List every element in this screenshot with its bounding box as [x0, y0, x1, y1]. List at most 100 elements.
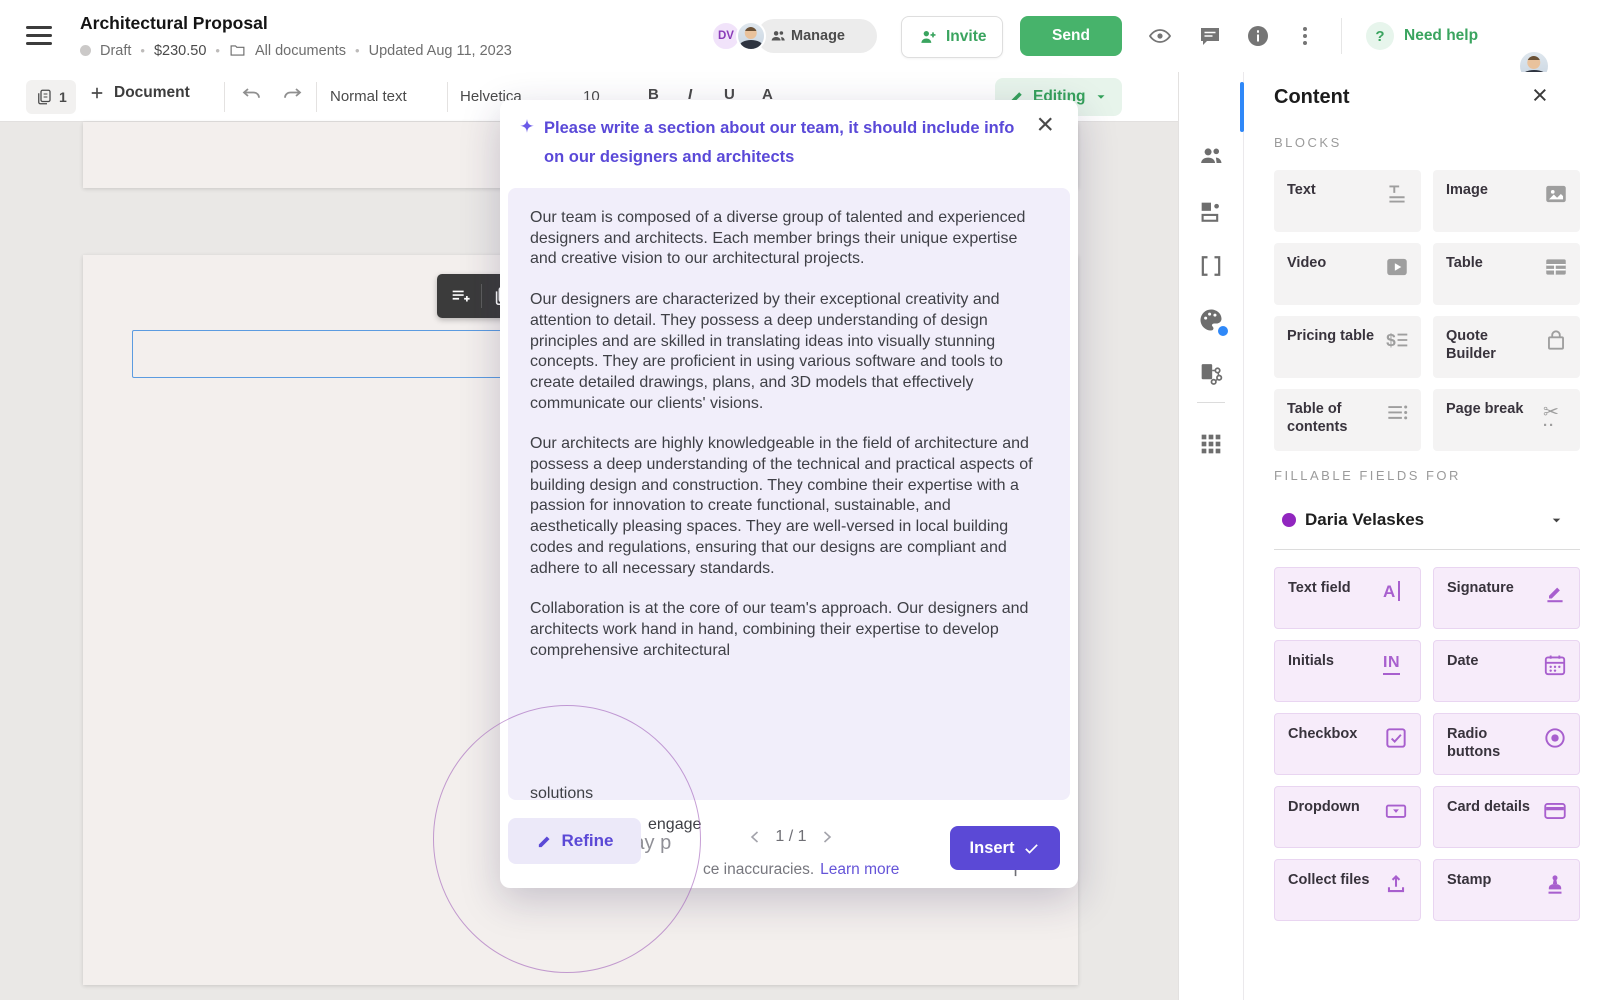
card-label: Page break — [1446, 401, 1524, 417]
card-label: Dropdown — [1288, 799, 1360, 815]
text-fragment-solutions: solutions — [530, 785, 594, 802]
quote-builder-card[interactable]: Quote Builder — [1433, 316, 1580, 378]
top-bar: Architectural Proposal Draft • $230.50 •… — [0, 0, 1600, 82]
pages-icon — [35, 88, 53, 106]
radio-buttons-card[interactable]: Radio buttons — [1433, 713, 1580, 775]
redo-icon[interactable] — [280, 86, 304, 106]
dropdown-icon — [1383, 798, 1409, 824]
svg-text:$: $ — [1386, 330, 1396, 350]
panel-title: Content — [1274, 86, 1350, 108]
insert-button[interactable]: Insert — [950, 826, 1060, 870]
need-help-button[interactable]: ? Need help — [1366, 22, 1478, 50]
close-icon[interactable]: × — [1532, 80, 1548, 111]
invite-button[interactable]: Invite — [901, 16, 1004, 58]
active-tab-indicator — [1240, 82, 1244, 132]
variables-tab-icon[interactable] — [1197, 252, 1225, 280]
recipients-tab-icon[interactable] — [1197, 142, 1225, 170]
send-label: Send — [1052, 27, 1090, 44]
card-label: Table — [1446, 255, 1483, 271]
table-icon — [1543, 254, 1569, 280]
manage-button[interactable]: Manage — [757, 19, 877, 53]
chevron-right-icon[interactable] — [821, 831, 833, 843]
add-document-button[interactable]: Document — [88, 84, 190, 102]
pricing-table-icon: $ — [1384, 327, 1410, 353]
signature-card[interactable]: Signature — [1433, 567, 1580, 629]
initials-icon: IN — [1383, 652, 1409, 678]
video-card[interactable]: Video — [1274, 243, 1421, 305]
card-label: Stamp — [1447, 872, 1492, 888]
separator: • — [140, 43, 145, 58]
card-label: Image — [1446, 182, 1488, 198]
card-label: Text field — [1288, 580, 1351, 596]
learn-more-link[interactable]: Learn more — [820, 861, 899, 878]
dropdown-card[interactable]: Dropdown — [1274, 786, 1421, 848]
text-style-select[interactable]: Normal text — [330, 88, 407, 105]
card-details-card[interactable]: Card details — [1433, 786, 1580, 848]
send-button[interactable]: Send — [1020, 16, 1122, 56]
checkbox-card[interactable]: Checkbox — [1274, 713, 1421, 775]
text-field-card[interactable]: Text field A — [1274, 567, 1421, 629]
page-count: 1 — [59, 89, 67, 105]
preview-eye-icon[interactable] — [1146, 24, 1174, 48]
stamp-card[interactable]: Stamp — [1433, 859, 1580, 921]
panda-ai-modal: Please write a section about our team, i… — [500, 100, 1078, 888]
text-block-icon — [1384, 181, 1410, 207]
status-dot-icon — [80, 45, 91, 56]
card-details-icon — [1542, 798, 1568, 824]
divider — [1341, 18, 1342, 54]
date-card[interactable]: Date — [1433, 640, 1580, 702]
refine-button[interactable]: Refine — [508, 818, 641, 864]
notification-dot — [1216, 324, 1230, 338]
ai-paragraph: Our architects are highly knowledgeable … — [530, 435, 1033, 577]
content-library-tab-icon[interactable] — [1197, 198, 1225, 226]
image-card[interactable]: Image — [1433, 170, 1580, 232]
text-card[interactable]: Text — [1274, 170, 1421, 232]
text-field-icon: A — [1383, 579, 1409, 605]
table-card[interactable]: Table — [1433, 243, 1580, 305]
blocks-heading: BLOCKS — [1274, 135, 1342, 150]
page-count-chip[interactable]: 1 — [26, 80, 76, 114]
collect-files-icon — [1383, 871, 1409, 897]
table-of-contents-card[interactable]: Table of contents — [1274, 389, 1421, 451]
people-icon — [769, 27, 787, 45]
undo-icon[interactable] — [240, 86, 264, 106]
quote-builder-icon — [1543, 327, 1569, 353]
video-icon — [1384, 254, 1410, 280]
avatar-photo[interactable] — [736, 21, 766, 51]
collect-files-card[interactable]: Collect files — [1274, 859, 1421, 921]
question-icon: ? — [1366, 22, 1394, 50]
folder-link[interactable]: All documents — [255, 43, 346, 59]
pricing-table-card[interactable]: Pricing table $ — [1274, 316, 1421, 378]
chevron-left-icon[interactable] — [749, 831, 761, 843]
add-row-icon[interactable] — [449, 285, 471, 307]
apps-tab-icon[interactable] — [1197, 430, 1225, 458]
assignee-dropdown[interactable]: Daria Velaskes — [1282, 510, 1564, 530]
kebab-menu-icon[interactable] — [1298, 24, 1312, 48]
refine-label: Refine — [561, 831, 614, 850]
checkbox-icon — [1383, 725, 1409, 751]
card-label: Checkbox — [1288, 726, 1358, 742]
divider — [481, 284, 482, 308]
radio-buttons-icon — [1542, 725, 1568, 751]
ai-disclaimer: ce inaccuracies. Learn more — [703, 861, 899, 879]
stamp-icon — [1542, 871, 1568, 897]
info-icon[interactable] — [1246, 24, 1270, 48]
disclaimer-text: ce inaccuracies. — [703, 861, 815, 878]
fillable-heading: FILLABLE FIELDS FOR — [1274, 468, 1461, 483]
page-break-card[interactable]: Page break ✂·· — [1433, 389, 1580, 451]
pencil-icon — [536, 833, 553, 850]
menu-icon[interactable] — [26, 26, 52, 45]
plus-icon — [88, 84, 106, 102]
close-icon[interactable]: × — [1036, 108, 1054, 142]
caret-down-icon — [1549, 513, 1564, 528]
initials-card[interactable]: Initials IN — [1274, 640, 1421, 702]
document-title[interactable]: Architectural Proposal — [80, 13, 268, 34]
automations-tab-icon[interactable] — [1197, 360, 1225, 388]
card-label: Video — [1287, 255, 1327, 271]
comments-icon[interactable] — [1198, 24, 1222, 48]
card-label: Pricing table — [1287, 328, 1375, 344]
date-icon — [1542, 652, 1568, 678]
card-label: Text — [1287, 182, 1316, 198]
page-indicator: 1 / 1 — [775, 828, 807, 845]
card-label: Quote Builder — [1446, 328, 1496, 362]
